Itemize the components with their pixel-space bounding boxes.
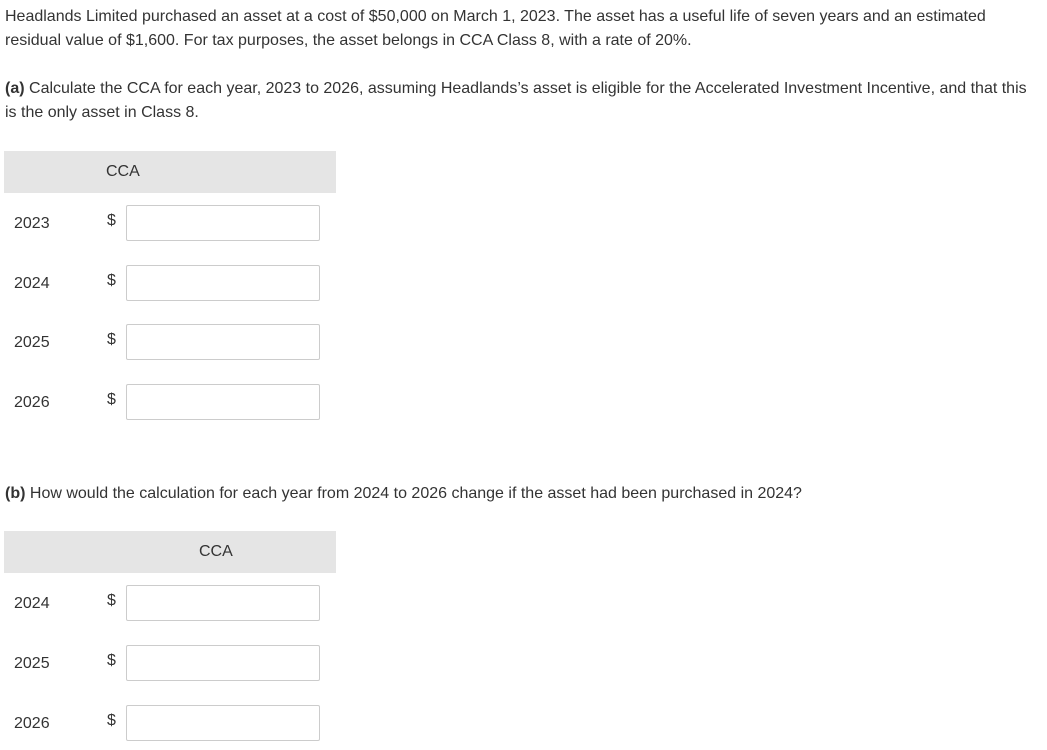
year-label: 2024 xyxy=(14,595,50,612)
currency-symbol: $ xyxy=(107,331,116,348)
table-row: 2026 $ xyxy=(4,705,336,743)
part-a-table-header: CCA xyxy=(4,151,336,193)
year-label: 2025 xyxy=(14,334,50,351)
year-label: 2026 xyxy=(14,715,50,732)
table-row: 2023 $ xyxy=(4,205,336,243)
part-a-label: (a) xyxy=(5,80,25,97)
currency-symbol: $ xyxy=(107,272,116,289)
part-b-label: (b) xyxy=(5,485,26,502)
year-label: 2026 xyxy=(14,394,50,411)
currency-symbol: $ xyxy=(107,652,116,669)
year-label: 2023 xyxy=(14,215,50,232)
year-label: 2025 xyxy=(14,655,50,672)
part-b-text: How would the calculation for each year … xyxy=(25,485,802,502)
table-row: 2025 $ xyxy=(4,324,336,362)
currency-symbol: $ xyxy=(107,592,116,609)
part-b-table-header: CCA xyxy=(4,531,336,573)
table-row: 2025 $ xyxy=(4,645,336,683)
cca-column-header: CCA xyxy=(199,543,233,560)
part-b-question: (b) How would the calculation for each y… xyxy=(5,482,1035,506)
cca-input-b-2026[interactable] xyxy=(126,705,320,741)
part-a-question: (a) Calculate the CCA for each year, 202… xyxy=(5,77,1035,125)
cca-input-2025[interactable] xyxy=(126,324,320,360)
table-row: 2026 $ xyxy=(4,384,336,422)
problem-intro: Headlands Limited purchased an asset at … xyxy=(5,8,986,49)
cca-input-2026[interactable] xyxy=(126,384,320,420)
currency-symbol: $ xyxy=(107,212,116,229)
table-row: 2024 $ xyxy=(4,265,336,303)
cca-column-header: CCA xyxy=(106,163,140,180)
currency-symbol: $ xyxy=(107,391,116,408)
year-label: 2024 xyxy=(14,275,50,292)
table-row: 2024 $ xyxy=(4,585,336,623)
cca-input-b-2025[interactable] xyxy=(126,645,320,681)
cca-input-2023[interactable] xyxy=(126,205,320,241)
cca-input-b-2024[interactable] xyxy=(126,585,320,621)
currency-symbol: $ xyxy=(107,712,116,729)
part-a-text: Calculate the CCA for each year, 2023 to… xyxy=(5,80,1027,121)
cca-input-2024[interactable] xyxy=(126,265,320,301)
